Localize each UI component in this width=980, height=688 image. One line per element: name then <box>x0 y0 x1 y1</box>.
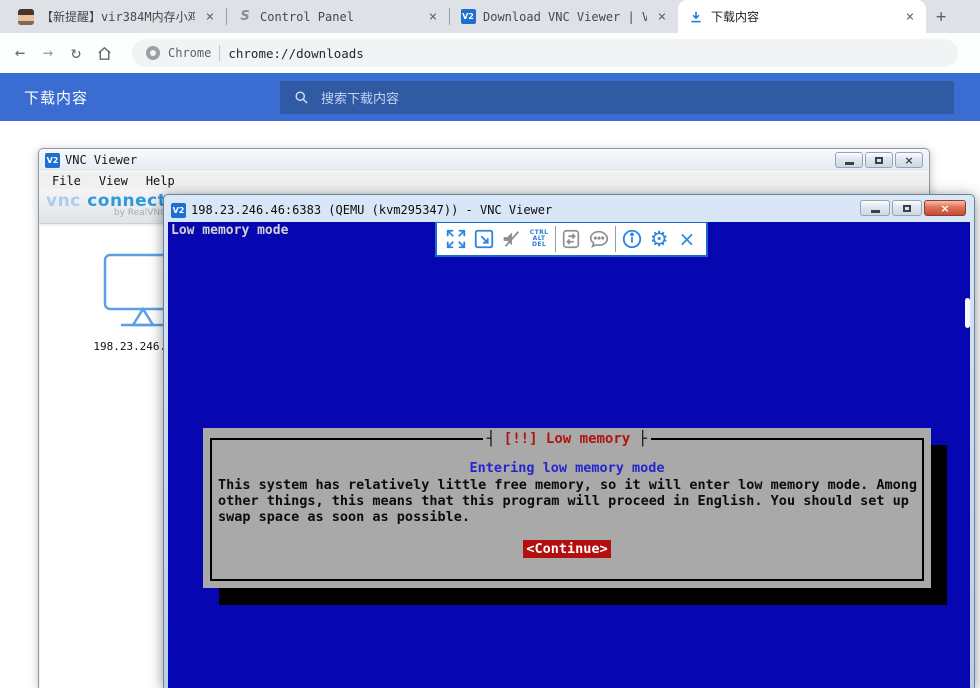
ctrl-alt-del-button[interactable]: CTRL ALT DEL <box>527 227 551 251</box>
low-memory-dialog: ┤ [!!] Low memory ├ Entering low memory … <box>203 428 931 588</box>
address-bar[interactable]: Chrome chrome://downloads <box>132 39 958 67</box>
info-icon[interactable] <box>620 227 644 251</box>
close-button[interactable]: × <box>924 200 966 216</box>
window-title: VNC Viewer <box>65 153 138 167</box>
tab-forum-thread[interactable]: 【新提醒】vir384M内存小鸡DD成 × <box>8 0 226 33</box>
installer-status-text: Low memory mode <box>171 223 289 238</box>
close-button[interactable]: × <box>895 152 923 168</box>
dialog-body: This system has relatively little free m… <box>218 477 917 525</box>
scrollbar-thumb[interactable] <box>965 298 970 328</box>
minimize-button[interactable] <box>860 200 890 216</box>
window-titlebar[interactable]: V2 198.23.246.46:6383 (QEMU (kvm295347))… <box>164 195 974 222</box>
download-icon <box>688 9 704 25</box>
browser-tab-strip: 【新提醒】vir384M内存小鸡DD成 × S Control Panel × … <box>0 0 980 33</box>
close-icon[interactable]: × <box>654 10 670 24</box>
solusvm-logo-icon: S <box>240 9 250 24</box>
menu-help[interactable]: Help <box>137 174 184 188</box>
close-icon[interactable]: × <box>202 10 218 24</box>
file-transfer-icon[interactable] <box>559 227 583 251</box>
vnc-v2-icon: V2 <box>45 152 60 168</box>
tab-label: 下载内容 <box>711 10 760 24</box>
fullscreen-icon[interactable] <box>444 227 468 251</box>
home-icon[interactable] <box>90 45 118 62</box>
window-titlebar[interactable]: V2 VNC Viewer × <box>39 149 929 171</box>
close-icon[interactable]: × <box>902 10 918 24</box>
site-label: Chrome <box>168 46 212 60</box>
vnc-v2-favicon: V2 <box>460 9 476 24</box>
maximize-button[interactable] <box>865 152 893 168</box>
body-line: other things, this means that this progr… <box>218 493 909 509</box>
downloads-header: 下载内容 搜索下载内容 <box>0 73 980 121</box>
remote-screen[interactable]: Low memory mode CTRL ALT DEL ⚙ × ┤ [!!] … <box>168 222 970 688</box>
vnc-v2-icon: V2 <box>171 202 186 218</box>
settings-gear-icon[interactable]: ⚙ <box>647 227 671 251</box>
forward-icon[interactable]: → <box>34 43 62 63</box>
menu-bar: File View Help <box>39 171 929 189</box>
tab-label: Control Panel <box>260 9 354 24</box>
minimize-button[interactable] <box>835 152 863 168</box>
toolbar-close-icon[interactable]: × <box>675 227 699 251</box>
omnibox-divider <box>219 45 221 61</box>
browser-toolbar: ← → ↻ Chrome chrome://downloads <box>0 33 980 73</box>
chrome-logo-icon <box>146 46 160 60</box>
menu-file[interactable]: File <box>43 174 90 188</box>
tab-downloads-active[interactable]: 下载内容 × <box>678 0 926 33</box>
mute-icon[interactable] <box>499 227 523 251</box>
dialog-heading: Entering low memory mode <box>469 460 665 476</box>
body-line: This system has relatively little free m… <box>218 477 917 493</box>
menu-view[interactable]: View <box>90 174 137 188</box>
continue-button[interactable]: <Continue> <box>523 540 611 558</box>
body-line: swap space as soon as possible. <box>218 509 470 525</box>
dialog-title: ┤ [!!] Low memory ├ <box>203 431 931 447</box>
page-title: 下载内容 <box>24 88 89 107</box>
downloads-search-input[interactable]: 搜索下载内容 <box>280 81 954 114</box>
close-icon[interactable]: × <box>425 10 441 24</box>
toolbar-separator <box>614 226 616 252</box>
tab-download-vnc-viewer[interactable]: V2 Download VNC Viewer | VNC® Co × <box>450 0 678 33</box>
tab-label: Download VNC Viewer | VNC® Co <box>483 9 647 24</box>
tab-control-panel[interactable]: S Control Panel × <box>227 0 449 33</box>
maximize-button[interactable] <box>892 200 922 216</box>
tab-label: 【新提醒】vir384M内存小鸡DD成 <box>41 10 195 24</box>
search-icon <box>295 91 308 104</box>
avatar-favicon <box>18 8 34 25</box>
toolbar-separator <box>554 226 556 252</box>
scale-window-icon[interactable] <box>472 227 496 251</box>
back-icon[interactable]: ← <box>6 43 34 63</box>
reload-icon[interactable]: ↻ <box>62 43 90 63</box>
vnc-connect-logo: vnc connect by RealVNC <box>46 191 167 218</box>
new-tab-button[interactable]: + <box>926 7 954 33</box>
vnc-session-window: V2 198.23.246.46:6383 (QEMU (kvm295347))… <box>163 194 975 688</box>
window-title: 198.23.246.46:6383 (QEMU (kvm295347)) - … <box>191 203 553 217</box>
chat-icon[interactable] <box>587 227 611 251</box>
url-text[interactable]: chrome://downloads <box>228 46 363 61</box>
vnc-toolbar: CTRL ALT DEL ⚙ × <box>435 222 708 257</box>
search-placeholder: 搜索下载内容 <box>321 92 400 107</box>
